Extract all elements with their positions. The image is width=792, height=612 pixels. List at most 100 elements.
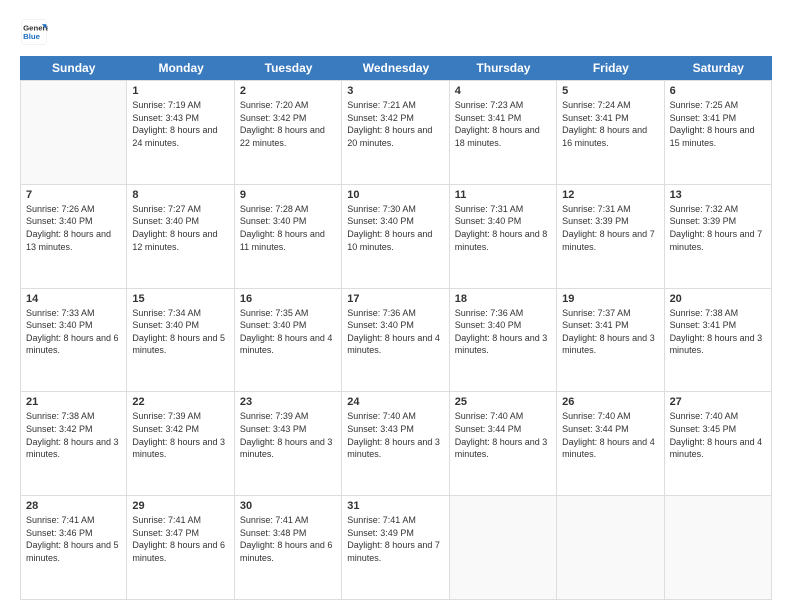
day-number: 18 — [455, 293, 551, 305]
day-cell-11: 11 Sunrise: 7:31 AMSunset: 3:40 PMDayligh… — [450, 185, 557, 288]
empty-cell — [665, 496, 772, 599]
day-cell-23: 23 Sunrise: 7:39 AMSunset: 3:43 PMDayligh… — [235, 392, 342, 495]
day-number: 1 — [132, 85, 228, 97]
calendar-body: 1 Sunrise: 7:19 AMSunset: 3:43 PMDaylight… — [20, 80, 772, 600]
weekday-header-tuesday: Tuesday — [235, 56, 342, 80]
calendar-row-3: 21 Sunrise: 7:38 AMSunset: 3:42 PMDayligh… — [20, 392, 772, 496]
empty-cell — [20, 81, 127, 184]
cell-info: Sunrise: 7:40 AMSunset: 3:45 PMDaylight:… — [670, 410, 766, 460]
day-number: 3 — [347, 85, 443, 97]
day-number: 22 — [132, 396, 228, 408]
day-number: 29 — [132, 500, 228, 512]
day-number: 7 — [26, 189, 121, 201]
calendar-row-4: 28 Sunrise: 7:41 AMSunset: 3:46 PMDayligh… — [20, 496, 772, 600]
day-number: 25 — [455, 396, 551, 408]
calendar-row-0: 1 Sunrise: 7:19 AMSunset: 3:43 PMDaylight… — [20, 80, 772, 185]
day-cell-9: 9Sunrise: 7:28 AMSunset: 3:40 PMDaylight… — [235, 185, 342, 288]
day-number: 27 — [670, 396, 766, 408]
svg-text:Blue: Blue — [23, 32, 41, 41]
weekday-header-wednesday: Wednesday — [342, 56, 449, 80]
day-number: 13 — [670, 189, 766, 201]
cell-info: Sunrise: 7:25 AMSunset: 3:41 PMDaylight:… — [670, 99, 766, 149]
header: General Blue — [20, 18, 772, 46]
day-number: 20 — [670, 293, 766, 305]
cell-info: Sunrise: 7:40 AMSunset: 3:43 PMDaylight:… — [347, 410, 443, 460]
cell-info: Sunrise: 7:41 AMSunset: 3:48 PMDaylight:… — [240, 514, 336, 564]
day-cell-10: 10 Sunrise: 7:30 AMSunset: 3:40 PMDayligh… — [342, 185, 449, 288]
day-cell-7: 7 Sunrise: 7:26 AMSunset: 3:40 PMDaylight… — [20, 185, 127, 288]
page: General Blue SundayMondayTuesdayWednesda… — [0, 0, 792, 612]
empty-cell — [450, 496, 557, 599]
day-cell-14: 14 Sunrise: 7:33 AMSunset: 3:40 PMDayligh… — [20, 289, 127, 392]
logo: General Blue — [20, 18, 52, 46]
day-cell-25: 25 Sunrise: 7:40 AMSunset: 3:44 PMDayligh… — [450, 392, 557, 495]
day-cell-29: 29Sunrise: 7:41 AMSunset: 3:47 PMDayligh… — [127, 496, 234, 599]
cell-info: Sunrise: 7:35 AMSunset: 3:40 PMDaylight:… — [240, 307, 336, 357]
day-number: 9 — [240, 189, 336, 201]
cell-info: Sunrise: 7:33 AMSunset: 3:40 PMDaylight:… — [26, 307, 121, 357]
day-cell-27: 27 Sunrise: 7:40 AMSunset: 3:45 PMDayligh… — [665, 392, 772, 495]
cell-info: Sunrise: 7:20 AMSunset: 3:42 PMDaylight:… — [240, 99, 336, 149]
day-cell-22: 22 Sunrise: 7:39 AMSunset: 3:42 PMDayligh… — [127, 392, 234, 495]
day-number: 26 — [562, 396, 658, 408]
day-cell-31: 31Sunrise: 7:41 AMSunset: 3:49 PMDayligh… — [342, 496, 449, 599]
weekday-header-monday: Monday — [127, 56, 234, 80]
calendar-row-2: 14 Sunrise: 7:33 AMSunset: 3:40 PMDayligh… — [20, 289, 772, 393]
day-cell-18: 18 Sunrise: 7:36 AMSunset: 3:40 PMDayligh… — [450, 289, 557, 392]
cell-info: Sunrise: 7:37 AMSunset: 3:41 PMDaylight:… — [562, 307, 658, 357]
day-cell-17: 17 Sunrise: 7:36 AMSunset: 3:40 PMDayligh… — [342, 289, 449, 392]
day-number: 14 — [26, 293, 121, 305]
cell-info: Sunrise: 7:26 AMSunset: 3:40 PMDaylight:… — [26, 203, 121, 253]
weekday-header-saturday: Saturday — [665, 56, 772, 80]
day-cell-6: 6Sunrise: 7:25 AMSunset: 3:41 PMDaylight… — [665, 81, 772, 184]
weekday-header-thursday: Thursday — [450, 56, 557, 80]
day-cell-12: 12 Sunrise: 7:31 AMSunset: 3:39 PMDayligh… — [557, 185, 664, 288]
cell-info: Sunrise: 7:32 AMSunset: 3:39 PMDaylight:… — [670, 203, 766, 253]
day-cell-5: 5 Sunrise: 7:24 AMSunset: 3:41 PMDaylight… — [557, 81, 664, 184]
cell-info: Sunrise: 7:31 AMSunset: 3:39 PMDaylight:… — [562, 203, 658, 253]
day-cell-3: 3 Sunrise: 7:21 AMSunset: 3:42 PMDaylight… — [342, 81, 449, 184]
cell-info: Sunrise: 7:39 AMSunset: 3:43 PMDaylight:… — [240, 410, 336, 460]
day-number: 11 — [455, 189, 551, 201]
day-number: 28 — [26, 500, 121, 512]
day-number: 31 — [347, 500, 443, 512]
calendar: SundayMondayTuesdayWednesdayThursdayFrid… — [20, 56, 772, 600]
day-cell-30: 30Sunrise: 7:41 AMSunset: 3:48 PMDayligh… — [235, 496, 342, 599]
cell-info: Sunrise: 7:40 AMSunset: 3:44 PMDaylight:… — [455, 410, 551, 460]
day-cell-21: 21 Sunrise: 7:38 AMSunset: 3:42 PMDayligh… — [20, 392, 127, 495]
day-number: 17 — [347, 293, 443, 305]
day-number: 12 — [562, 189, 658, 201]
day-cell-24: 24 Sunrise: 7:40 AMSunset: 3:43 PMDayligh… — [342, 392, 449, 495]
day-number: 21 — [26, 396, 121, 408]
day-number: 8 — [132, 189, 228, 201]
day-number: 24 — [347, 396, 443, 408]
cell-info: Sunrise: 7:36 AMSunset: 3:40 PMDaylight:… — [455, 307, 551, 357]
cell-info: Sunrise: 7:24 AMSunset: 3:41 PMDaylight:… — [562, 99, 658, 149]
cell-info: Sunrise: 7:31 AMSunset: 3:40 PMDaylight:… — [455, 203, 551, 253]
cell-info: Sunrise: 7:36 AMSunset: 3:40 PMDaylight:… — [347, 307, 443, 357]
day-cell-28: 28 Sunrise: 7:41 AMSunset: 3:46 PMDayligh… — [20, 496, 127, 599]
cell-info: Sunrise: 7:38 AMSunset: 3:41 PMDaylight:… — [670, 307, 766, 357]
cell-info: Sunrise: 7:39 AMSunset: 3:42 PMDaylight:… — [132, 410, 228, 460]
cell-info: Sunrise: 7:34 AMSunset: 3:40 PMDaylight:… — [132, 307, 228, 357]
cell-info: Sunrise: 7:19 AMSunset: 3:43 PMDaylight:… — [132, 99, 228, 149]
cell-info: Sunrise: 7:41 AMSunset: 3:46 PMDaylight:… — [26, 514, 121, 564]
day-cell-19: 19Sunrise: 7:37 AMSunset: 3:41 PMDayligh… — [557, 289, 664, 392]
weekday-header-sunday: Sunday — [20, 56, 127, 80]
day-number: 15 — [132, 293, 228, 305]
day-cell-26: 26Sunrise: 7:40 AMSunset: 3:44 PMDayligh… — [557, 392, 664, 495]
day-cell-1: 1 Sunrise: 7:19 AMSunset: 3:43 PMDaylight… — [127, 81, 234, 184]
day-cell-20: 20 Sunrise: 7:38 AMSunset: 3:41 PMDayligh… — [665, 289, 772, 392]
weekday-header-friday: Friday — [557, 56, 664, 80]
day-number: 2 — [240, 85, 336, 97]
day-number: 10 — [347, 189, 443, 201]
cell-info: Sunrise: 7:38 AMSunset: 3:42 PMDaylight:… — [26, 410, 121, 460]
day-number: 16 — [240, 293, 336, 305]
logo-icon: General Blue — [20, 18, 48, 46]
day-number: 5 — [562, 85, 658, 97]
cell-info: Sunrise: 7:30 AMSunset: 3:40 PMDaylight:… — [347, 203, 443, 253]
cell-info: Sunrise: 7:21 AMSunset: 3:42 PMDaylight:… — [347, 99, 443, 149]
day-cell-15: 15 Sunrise: 7:34 AMSunset: 3:40 PMDayligh… — [127, 289, 234, 392]
day-number: 23 — [240, 396, 336, 408]
day-cell-8: 8Sunrise: 7:27 AMSunset: 3:40 PMDaylight… — [127, 185, 234, 288]
